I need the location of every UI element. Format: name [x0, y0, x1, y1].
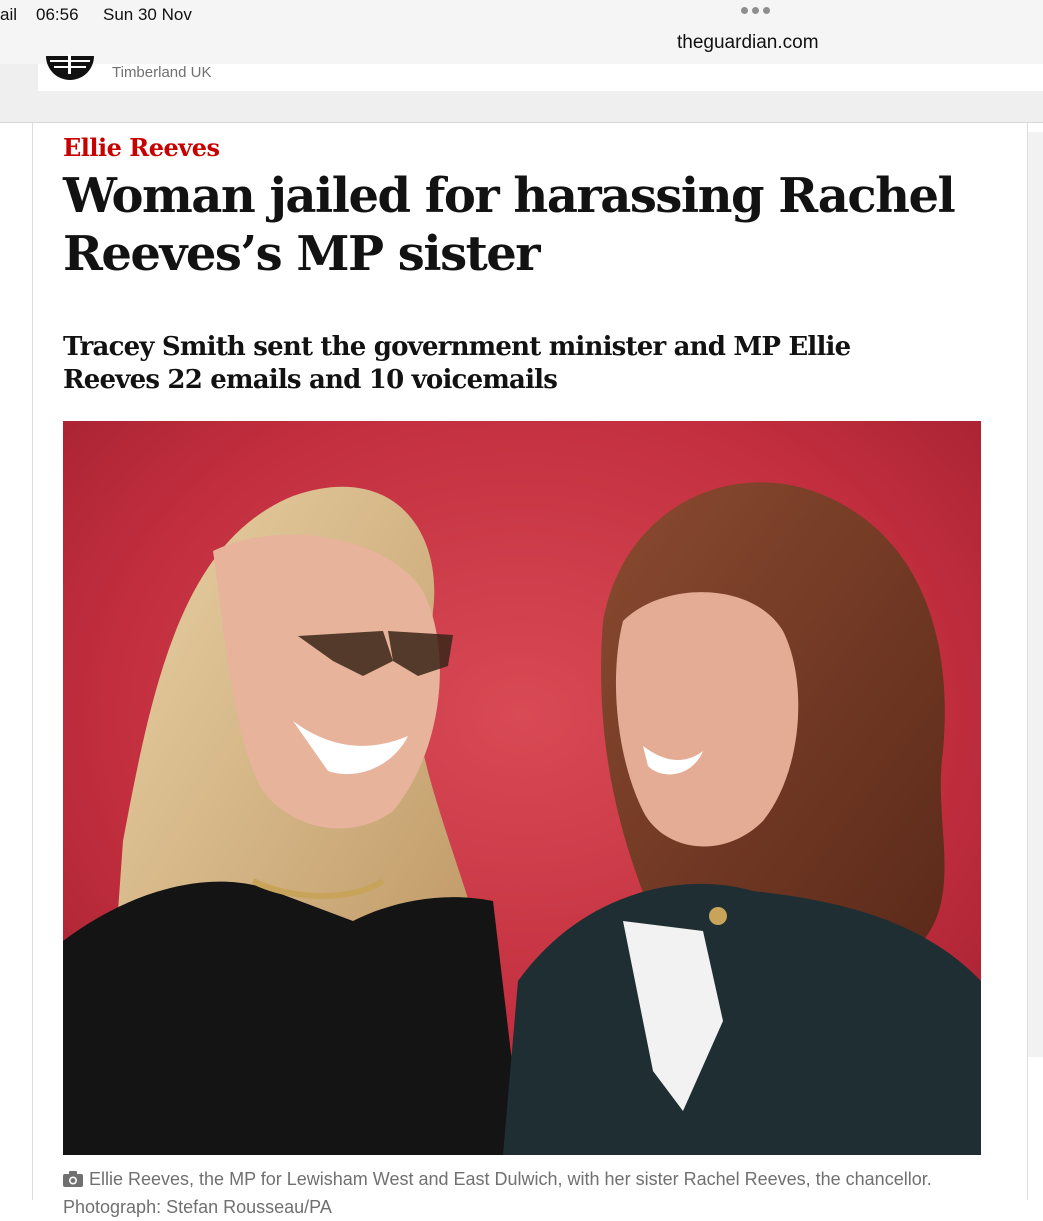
browser-address-bar[interactable]: theguardian.com: [0, 30, 1043, 65]
photo-caption: Ellie Reeves, the MP for Lewisham West a…: [63, 1165, 981, 1221]
caption-text: Ellie Reeves, the MP for Lewisham West a…: [63, 1169, 932, 1217]
camera-icon: [63, 1171, 83, 1187]
ad-banner[interactable]: Timberland UK: [0, 54, 1043, 123]
carrier-label: ail: [0, 5, 18, 24]
headline: Woman jailed for harassing Rachel Reeves…: [63, 168, 956, 282]
timberland-logo-icon: [46, 54, 94, 80]
article: Ellie Reeves Woman jailed for harassing …: [32, 123, 1028, 1217]
scrollbar[interactable]: [1026, 132, 1043, 1057]
ad-brand-name[interactable]: Timberland UK: [112, 64, 211, 81]
ad-banner-content[interactable]: Timberland UK: [38, 54, 1043, 91]
url-text[interactable]: theguardian.com: [677, 32, 819, 54]
status-date: Sun 30 Nov: [103, 5, 192, 24]
kicker-link[interactable]: Ellie Reeves: [63, 133, 220, 162]
main-photo: [63, 421, 981, 1155]
standfirst: Tracey Smith sent the government ministe…: [63, 332, 851, 395]
status-bar: ail 06:56 Sun 30 Nov: [0, 0, 1043, 30]
more-dots-icon[interactable]: [741, 7, 770, 14]
status-time: 06:56: [36, 5, 79, 24]
